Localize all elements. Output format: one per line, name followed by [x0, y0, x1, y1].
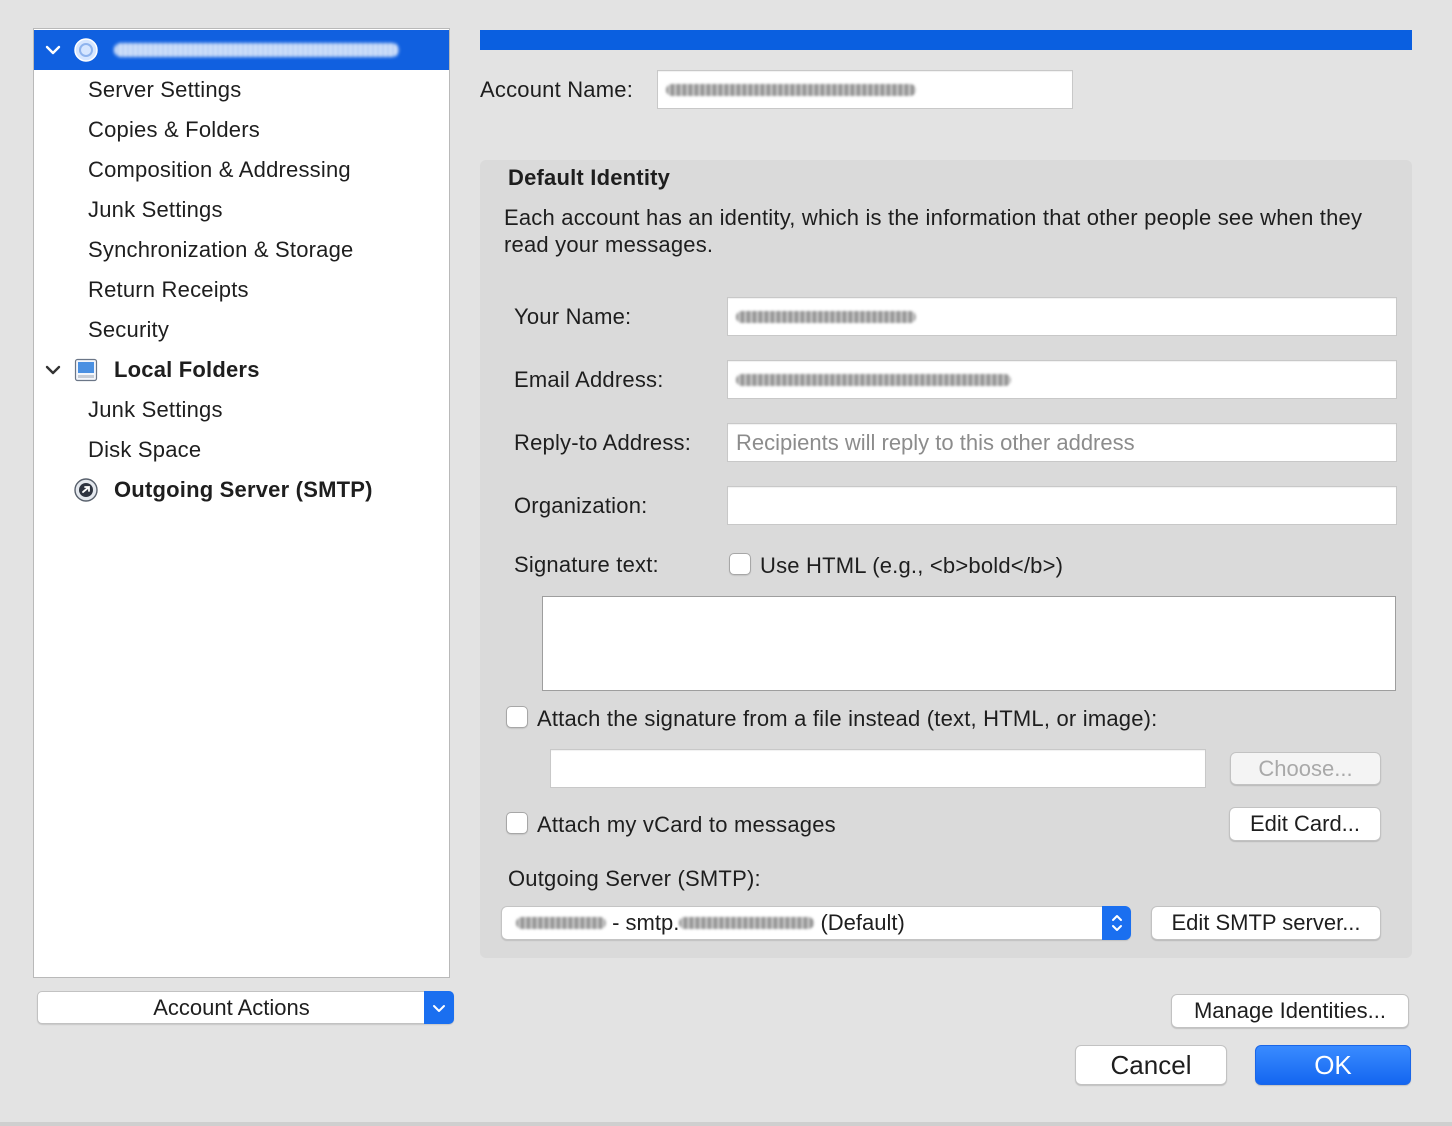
organization-label: Organization:	[514, 493, 648, 518]
sidebar-item-security[interactable]: Security	[34, 310, 449, 350]
signature-text-label: Signature text:	[514, 552, 659, 577]
mail-account-icon	[74, 38, 98, 62]
outgoing-server-field-label: Outgoing Server (SMTP):	[508, 866, 761, 891]
email-address-label: Email Address:	[514, 367, 664, 392]
window-bottom-edge	[0, 1122, 1452, 1126]
your-name-value-obscured	[736, 310, 916, 323]
attach-signature-file-checkbox[interactable]	[506, 706, 528, 728]
smtp-host-obscured	[679, 917, 815, 929]
sidebar-item-label: Junk Settings	[88, 197, 223, 222]
choose-file-button[interactable]: Choose...	[1230, 752, 1381, 785]
local-folders-label: Local Folders	[114, 357, 260, 382]
use-html-label: Use HTML (e.g., <b>bold</b>)	[760, 553, 1064, 578]
tree-account-row[interactable]	[34, 30, 449, 70]
attach-signature-file-label: Attach the signature from a file instead…	[537, 706, 1158, 731]
ok-button[interactable]: OK	[1255, 1045, 1411, 1085]
header-bar	[480, 30, 1412, 50]
edit-card-button[interactable]: Edit Card...	[1229, 807, 1381, 841]
organization-input[interactable]	[727, 486, 1397, 525]
ok-label: OK	[1314, 1049, 1352, 1080]
account-actions-button[interactable]: Account Actions	[37, 991, 454, 1024]
smtp-name-obscured	[516, 917, 606, 929]
chevron-down-icon[interactable]	[424, 991, 454, 1024]
sidebar-item-label: Junk Settings	[88, 397, 223, 422]
cancel-label: Cancel	[1110, 1049, 1192, 1080]
default-identity-title: Default Identity	[508, 165, 671, 190]
edit-smtp-server-button[interactable]: Edit SMTP server...	[1151, 906, 1381, 940]
account-name-obscured	[114, 43, 399, 57]
reply-to-input[interactable]: Recipients will reply to this other addr…	[727, 423, 1397, 462]
signature-file-path-input[interactable]	[550, 749, 1206, 788]
email-address-input[interactable]	[727, 360, 1397, 399]
sidebar-item-label: Server Settings	[88, 77, 242, 102]
outgoing-server-label: Outgoing Server (SMTP)	[114, 477, 373, 502]
attach-vcard-label: Attach my vCard to messages	[537, 812, 836, 837]
tree-outgoing-server-row[interactable]: Outgoing Server (SMTP)	[34, 470, 449, 510]
reply-to-placeholder: Recipients will reply to this other addr…	[736, 429, 1135, 455]
attach-vcard-checkbox[interactable]	[506, 812, 528, 834]
sidebar-item-label: Security	[88, 317, 170, 342]
chevron-down-icon[interactable]	[44, 361, 62, 379]
use-html-checkbox[interactable]	[729, 553, 751, 575]
your-name-input[interactable]	[727, 297, 1397, 336]
sidebar-item-copies-folders[interactable]: Copies & Folders	[34, 110, 449, 150]
sidebar-item-label: Composition & Addressing	[88, 157, 351, 182]
account-name-label: Account Name:	[480, 77, 634, 102]
chevron-down-icon[interactable]	[44, 41, 62, 59]
sidebar-item-label: Return Receipts	[88, 277, 249, 302]
sidebar-item-composition[interactable]: Composition & Addressing	[34, 150, 449, 190]
manage-identities-label: Manage Identities...	[1193, 998, 1386, 1023]
account-name-input[interactable]	[657, 70, 1073, 109]
sidebar-item-label: Disk Space	[88, 437, 202, 462]
sidebar-item-return-receipts[interactable]: Return Receipts	[34, 270, 449, 310]
edit-card-label: Edit Card...	[1249, 811, 1361, 836]
local-folders-icon	[74, 358, 98, 382]
cancel-button[interactable]: Cancel	[1075, 1045, 1227, 1085]
sidebar-item-sync-storage[interactable]: Synchronization & Storage	[34, 230, 449, 270]
reply-to-label: Reply-to Address:	[514, 430, 692, 455]
account-name-value-obscured	[666, 83, 916, 96]
sidebar-item-disk-space[interactable]: Disk Space	[34, 430, 449, 470]
your-name-label: Your Name:	[514, 304, 632, 329]
account-actions-label: Account Actions	[153, 994, 310, 1020]
smtp-select-suffix: (Default)	[814, 910, 905, 935]
smtp-server-select[interactable]: - smtp. (Default)	[501, 906, 1131, 940]
smtp-select-middle: - smtp.	[606, 910, 680, 935]
sidebar-item-label: Synchronization & Storage	[88, 237, 354, 262]
tree-local-folders-row[interactable]: Local Folders	[34, 350, 449, 390]
manage-identities-button[interactable]: Manage Identities...	[1171, 994, 1409, 1028]
account-tree[interactable]: Server Settings Copies & Folders Composi…	[33, 28, 450, 978]
default-identity-description: Each account has an identity, which is t…	[504, 205, 1363, 257]
signature-textarea[interactable]	[542, 596, 1396, 691]
sidebar-item-label: Copies & Folders	[88, 117, 260, 142]
sidebar-item-local-junk-settings[interactable]: Junk Settings	[34, 390, 449, 430]
edit-smtp-label: Edit SMTP server...	[1171, 910, 1361, 935]
outgoing-server-icon	[74, 478, 98, 502]
choose-button-label: Choose...	[1258, 755, 1353, 781]
sidebar-item-server-settings[interactable]: Server Settings	[34, 70, 449, 110]
email-value-obscured	[736, 373, 1011, 386]
select-stepper-icon[interactable]	[1102, 906, 1131, 940]
sidebar-item-junk-settings[interactable]: Junk Settings	[34, 190, 449, 230]
